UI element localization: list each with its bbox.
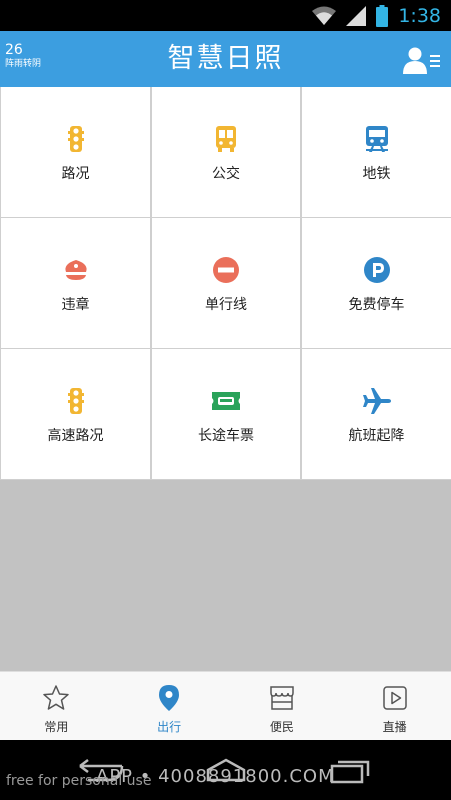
status-bar: 1:38: [0, 0, 451, 31]
grid-item-label: 公交: [212, 166, 240, 182]
tab-label: 直播: [382, 720, 407, 734]
parking-icon: [363, 256, 391, 284]
recent-apps-icon[interactable]: [330, 758, 372, 784]
app-header: 26 阵雨转阴 智慧日照: [0, 31, 451, 87]
grid-item-free-parking[interactable]: 免费停车: [302, 218, 451, 348]
grid-item-label: 地铁: [362, 166, 391, 182]
tab-label: 便民: [269, 720, 294, 734]
subway-icon: [363, 125, 391, 153]
tab-common[interactable]: 常用: [0, 672, 113, 740]
traffic-light-icon: [62, 387, 90, 415]
tab-convenience[interactable]: 便民: [226, 672, 339, 740]
tab-travel[interactable]: 出行: [113, 672, 226, 740]
grid-item-one-way[interactable]: 单行线: [152, 218, 300, 348]
wifi-icon: [312, 6, 337, 25]
grid-item-label: 长途车票: [198, 428, 254, 444]
grid-item-road-conditions[interactable]: 路况: [1, 87, 150, 217]
grid-item-label: 违章: [61, 297, 90, 313]
page-title: 智慧日照: [167, 43, 284, 74]
grid-item-label: 航班起降: [348, 428, 405, 444]
play-icon: [381, 684, 409, 712]
grid-item-label: 单行线: [205, 297, 247, 313]
ticket-icon: [212, 387, 240, 415]
user-menu-button[interactable]: [403, 46, 441, 74]
star-icon: [42, 684, 70, 712]
grid-item-violations[interactable]: 违章: [1, 218, 150, 348]
grid-item-label: 高速路况: [47, 428, 104, 444]
watermark-free-text: free for personal use: [6, 773, 152, 789]
tab-label: 常用: [44, 720, 69, 734]
bottom-navigation: 常用 出行 便民 直播: [0, 671, 451, 740]
grid-item-bus[interactable]: 公交: [152, 87, 300, 217]
bus-icon: [212, 125, 240, 153]
grid-item-label: 免费停车: [348, 297, 405, 313]
no-entry-icon: [212, 256, 240, 284]
status-time: 1:38: [398, 4, 441, 27]
grid-item-long-distance-tickets[interactable]: 长途车票: [152, 349, 300, 479]
service-grid: 路况 公交 地铁 违章 单行线 免费停车 高速路况 长途车票 航班起降: [0, 87, 451, 480]
police-cap-icon: [62, 256, 90, 284]
grid-item-label: 路况: [61, 166, 90, 182]
airplane-icon: [362, 387, 391, 415]
tab-live[interactable]: 直播: [338, 672, 451, 740]
grid-item-subway[interactable]: 地铁: [302, 87, 451, 217]
location-pin-icon: [155, 684, 183, 712]
empty-content-area: [0, 480, 451, 671]
grid-item-highway-conditions[interactable]: 高速路况: [1, 349, 150, 479]
user-list-icon: [403, 47, 440, 74]
grid-item-flights[interactable]: 航班起降: [302, 349, 451, 479]
battery-icon: [376, 4, 389, 27]
store-icon: [268, 684, 296, 712]
tab-label: 出行: [157, 720, 182, 734]
signal-icon: [346, 5, 367, 26]
traffic-light-icon: [62, 125, 90, 153]
